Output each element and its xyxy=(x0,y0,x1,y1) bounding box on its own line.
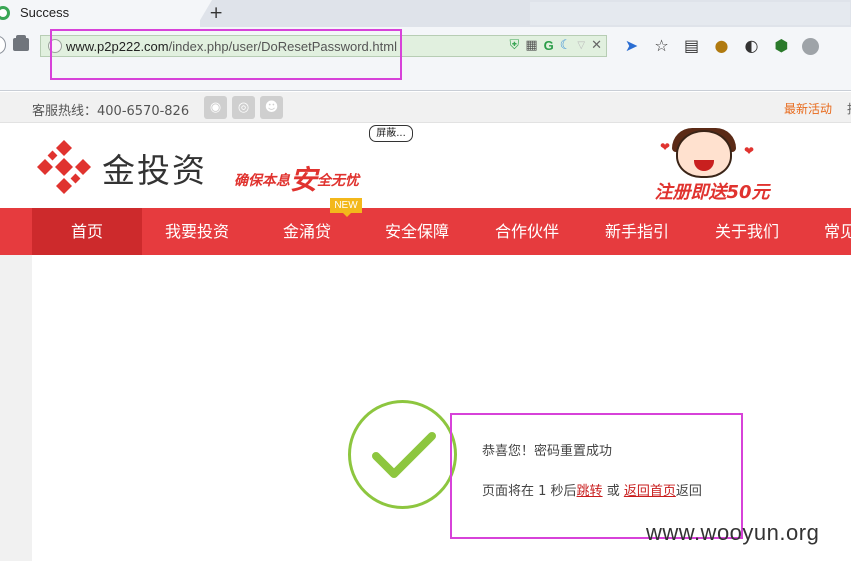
apps-icon[interactable] xyxy=(13,35,29,51)
redirect-or: 或 xyxy=(602,484,624,499)
logo-icon[interactable] xyxy=(37,140,91,194)
new-badge: NEW xyxy=(330,198,362,217)
close-icon[interactable]: ✕ xyxy=(591,38,602,54)
back-button[interactable] xyxy=(0,36,6,54)
slogan-part2: 全无忧 xyxy=(317,173,359,189)
shield-check-icon[interactable]: ⛨ xyxy=(510,38,520,54)
logo-text[interactable]: 金投资 xyxy=(102,144,207,192)
tab-title: Success xyxy=(20,5,70,20)
redirect-message: 页面将在 1 秒后跳转 或 返回首页返回 xyxy=(482,480,702,499)
address-bar-icons: ⛨ ▦ G ☾ ▽ ✕ xyxy=(510,38,602,54)
reader-icon[interactable]: ▤ xyxy=(682,36,701,55)
slogan-part1: 确保本息 xyxy=(234,173,290,189)
promo-text: 注册即送50元 xyxy=(654,182,770,203)
heart-icon: ❤ xyxy=(660,140,671,154)
latest-activity-link[interactable]: 最新活动 xyxy=(784,100,832,117)
nav-item-invest[interactable]: 我要投资 xyxy=(142,208,252,255)
hotline-text: 客服热线：400-6570-826 xyxy=(32,104,190,119)
nav-item-about[interactable]: 关于我们 xyxy=(692,208,802,255)
main-nav: 首页 我要投资 金涌贷 安全保障 合作伙伴 新手指引 关于我们 常见 xyxy=(0,208,851,255)
home-link[interactable]: 返回首页 xyxy=(624,484,676,499)
success-circle xyxy=(348,400,457,509)
nav-item-guide[interactable]: 新手指引 xyxy=(582,208,692,255)
nav-item-security[interactable]: 安全保障 xyxy=(362,208,472,255)
left-gutter xyxy=(0,255,32,561)
site-topbar: 客服热线：400-6570-826 ◉ ◎ ☻ 最新活动 报 xyxy=(0,92,851,123)
dropdown-icon[interactable]: ▽ xyxy=(577,38,585,54)
url-annotation-box xyxy=(50,29,402,80)
loading-icon xyxy=(0,6,10,20)
nav-item-faq[interactable]: 常见 xyxy=(802,208,851,255)
avatar-icon[interactable] xyxy=(802,37,819,55)
watermark-text: www.wooyun.org xyxy=(646,520,820,545)
coin-icon[interactable]: ● xyxy=(712,36,731,55)
star-icon[interactable]: ☆ xyxy=(652,36,671,55)
checkmark-icon xyxy=(372,432,436,478)
user-group-icon[interactable]: ☻ xyxy=(260,96,283,119)
moon-icon[interactable]: ☾ xyxy=(560,38,572,54)
qr-code-icon[interactable]: ▦ xyxy=(525,38,537,54)
nav-item-partners[interactable]: 合作伙伴 xyxy=(472,208,582,255)
blurred-tab-area xyxy=(530,2,850,25)
bird-icon[interactable]: ➤ xyxy=(622,36,641,55)
weibo-icon[interactable]: ◎ xyxy=(232,96,255,119)
wechat-icon[interactable]: ◉ xyxy=(204,96,227,119)
screen-block-button[interactable]: 屏蔽... xyxy=(369,125,413,142)
redirect-suffix: 返回 xyxy=(675,484,702,499)
shield-icon[interactable]: ⬢ xyxy=(772,36,791,55)
tab-success[interactable]: Success xyxy=(0,0,200,27)
g-icon[interactable]: G xyxy=(544,38,554,54)
redirect-prefix: 页面将在 1 秒后 xyxy=(482,484,577,499)
slogan-big-char: 安 xyxy=(290,165,317,196)
nav-item-home[interactable]: 首页 xyxy=(32,208,142,255)
site-header: 金投资 确保本息安全无忧 屏蔽... ❤ ❤ 注册即送50元 xyxy=(0,124,851,208)
browser-tabstrip: Success + xyxy=(0,0,851,27)
heart-icon: ❤ xyxy=(744,144,755,158)
register-promo-banner[interactable]: ❤ ❤ 注册即送50元 xyxy=(640,128,784,208)
truncated-link[interactable]: 报 xyxy=(847,100,851,117)
extension-icons: ➤ ☆ ▤ ● ◐ ⬢ xyxy=(622,36,819,55)
new-tab-button[interactable]: + xyxy=(209,3,223,23)
redirect-link[interactable]: 跳转 xyxy=(577,484,603,499)
social-links: ◉ ◎ ☻ xyxy=(204,96,283,119)
success-message: 恭喜您！密码重置成功 xyxy=(482,444,613,459)
slogan: 确保本息安全无忧 xyxy=(234,154,359,196)
palette-icon[interactable]: ◐ xyxy=(742,36,761,55)
